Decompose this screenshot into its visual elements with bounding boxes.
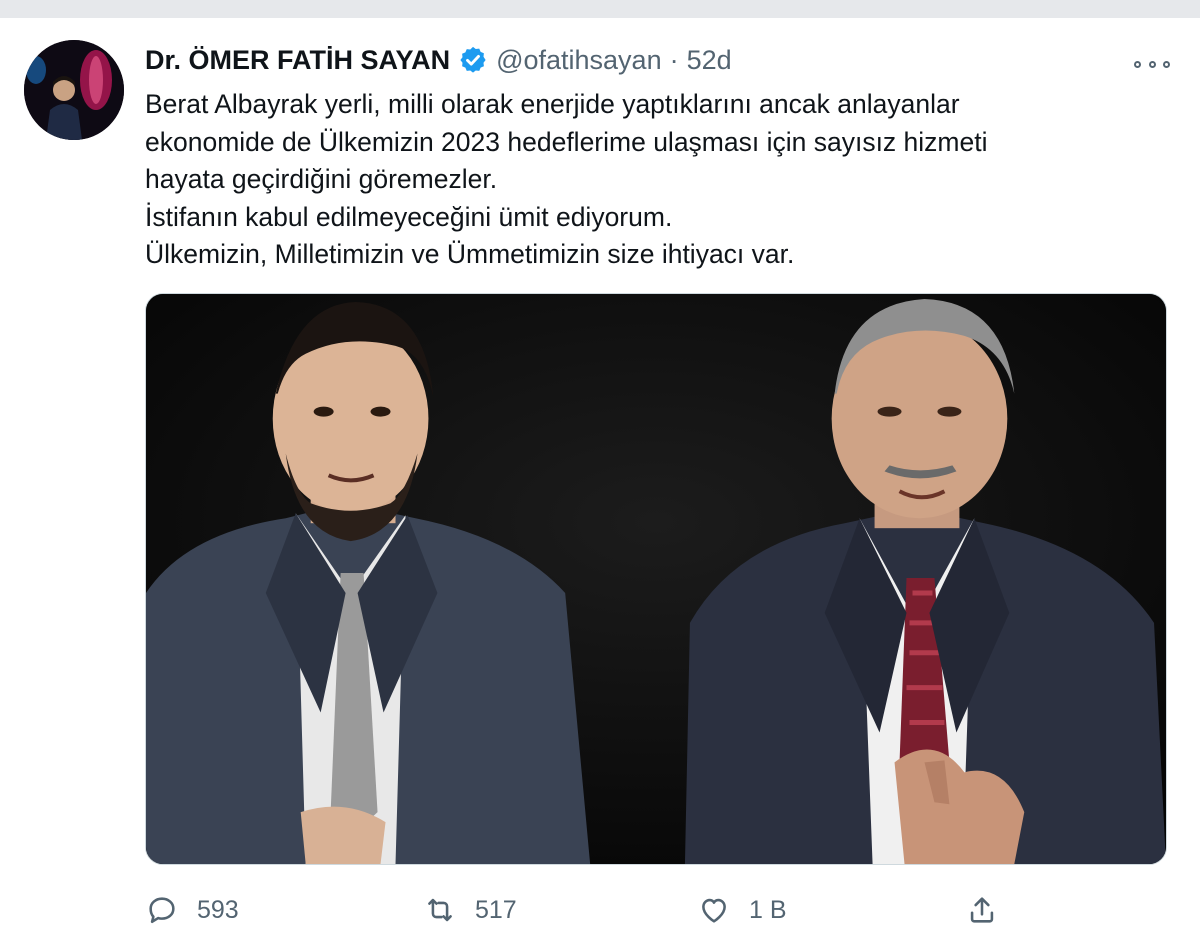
- timestamp[interactable]: 52d: [687, 45, 732, 76]
- user-handle[interactable]: @ofatihsayan: [496, 45, 662, 76]
- photo-two-men-in-suits: [146, 294, 1166, 864]
- retweet-button[interactable]: 517: [423, 888, 517, 932]
- tweet-text-line: hayata geçirdiğini göremezler.: [145, 164, 498, 194]
- tweet-text-line: ekonomide de Ülkemizin 2023 hedeflerime …: [145, 126, 988, 157]
- tweet-media-photo[interactable]: [145, 293, 1167, 865]
- separator-dot: ·: [669, 44, 679, 75]
- reply-count: 593: [197, 895, 239, 924]
- share-button[interactable]: [965, 888, 1017, 932]
- tweet-text-line: Ülkemizin, Milletimizin ve Ümmetimizin s…: [145, 239, 795, 269]
- like-count: 1 B: [749, 895, 787, 924]
- display-name[interactable]: Dr. ÖMER FATİH SAYAN: [145, 45, 450, 76]
- tweet-actions: 593 517 1 B: [145, 888, 1015, 932]
- avatar-photo: [24, 40, 124, 140]
- tweet-text-line: Berat Albayrak yerli, milli olarak enerj…: [145, 89, 960, 119]
- tweet-card[interactable]: Dr. ÖMER FATİH SAYAN @ofatihsayan · 52d …: [0, 18, 1200, 950]
- tweet-header: Dr. ÖMER FATİH SAYAN @ofatihsayan · 52d: [145, 42, 732, 78]
- tweet-text-line: İstifanın kabul edilmeyeceğini ümit ediy…: [145, 201, 673, 232]
- top-band: [0, 0, 1200, 18]
- more-dot: [1148, 60, 1156, 68]
- more-dot: [1163, 60, 1170, 68]
- verified-badge-icon: [460, 46, 486, 73]
- more-dot: [1134, 60, 1141, 68]
- reply-button[interactable]: 593: [145, 888, 239, 932]
- avatar[interactable]: [24, 40, 124, 140]
- heart-icon: [702, 898, 726, 923]
- like-button[interactable]: 1 B: [697, 888, 787, 932]
- retweet-icon: [428, 898, 452, 922]
- share-icon: [970, 897, 994, 923]
- more-options-icon[interactable]: [1134, 56, 1170, 72]
- tweet-text: Berat Albayrak yerli, milli olarak enerj…: [145, 86, 1185, 274]
- reply-icon: [149, 897, 175, 924]
- retweet-count: 517: [475, 895, 517, 924]
